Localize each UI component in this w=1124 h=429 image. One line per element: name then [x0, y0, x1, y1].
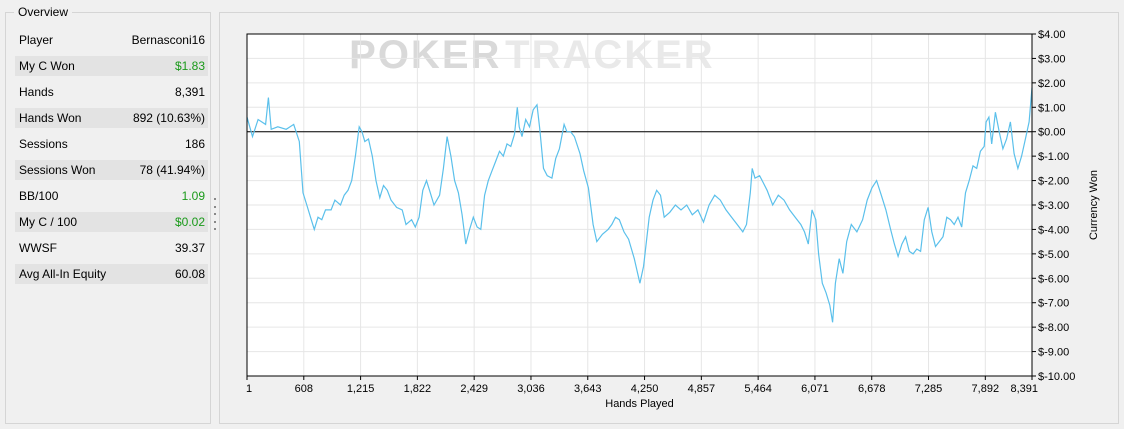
x-tick-label: 6,071	[801, 383, 829, 395]
stat-value: Bernasconi16	[131, 33, 205, 47]
x-tick-label: 1	[246, 383, 252, 395]
x-tick-label: 4,857	[688, 383, 716, 395]
stat-value: 78 (41.94%)	[139, 163, 205, 177]
y-axis-title: Currency Won	[1088, 170, 1100, 240]
x-tick-label: 1,822	[404, 383, 432, 395]
y-tick-label: $0.00	[1038, 127, 1066, 139]
stat-label: WWSF	[19, 241, 57, 255]
x-tick-label: 3,643	[574, 383, 602, 395]
y-tick-label: $-5.00	[1038, 249, 1069, 261]
y-tick-label: $3.00	[1038, 53, 1066, 65]
stat-label: Sessions Won	[19, 163, 96, 177]
x-tick-label: 4,250	[631, 383, 659, 395]
x-tick-label: 7,892	[972, 383, 1000, 395]
y-tick-label: $-2.00	[1038, 176, 1069, 188]
stat-value: $0.02	[174, 215, 205, 229]
x-tick-label: 608	[295, 383, 313, 395]
stat-label: Sessions	[19, 137, 68, 151]
stat-label: Player	[19, 33, 54, 47]
watermark-poker: POKER	[349, 33, 501, 77]
y-tick-label: $1.00	[1038, 102, 1066, 114]
stat-value: $1.83	[174, 59, 205, 73]
stat-label: Hands Won	[19, 111, 82, 125]
winnings-chart[interactable]: POKER TRACKER $4.00 $3.00 $2.00 $1.00 $0.00 $-1…	[220, 13, 1118, 423]
stat-row: Sessions 186	[15, 134, 208, 154]
y-tick-label: $-8.00	[1038, 322, 1069, 334]
stat-row: My C Won $1.83	[15, 56, 208, 76]
y-tick-label: $-10.00	[1038, 371, 1075, 383]
stat-row: Avg All-In Equity 60.08	[15, 264, 208, 284]
stat-row: My C / 100 $0.02	[15, 212, 208, 232]
x-tick-label: 5,464	[744, 383, 772, 395]
y-tick-label: $2.00	[1038, 78, 1066, 90]
x-tick-label: 3,036	[517, 383, 545, 395]
y-tick-label: $-9.00	[1038, 347, 1069, 359]
y-tick-label: $-7.00	[1038, 298, 1069, 310]
y-tick-label: $-4.00	[1038, 224, 1069, 236]
stat-row: Sessions Won 78 (41.94%)	[15, 160, 208, 180]
stat-value: 60.08	[174, 267, 205, 281]
x-tick-label: 1,215	[347, 383, 375, 395]
overview-stats: Player Bernasconi16 My C Won $1.83 Hands 8,39…	[15, 30, 208, 290]
stat-value: 8,391	[174, 85, 205, 99]
stat-value: 39.37	[174, 241, 205, 255]
chart-panel: POKER TRACKER $4.00 $3.00 $2.00 $1.00 $0.00 $-1…	[219, 12, 1119, 424]
y-tick-label: $4.00	[1038, 29, 1066, 41]
stat-value: 186	[184, 137, 205, 151]
x-tick-label: 7,285	[915, 383, 943, 395]
stat-row: Hands Won 892 (10.63%)	[15, 108, 208, 128]
x-axis-title: Hands Played	[605, 398, 674, 410]
x-tick-label: 6,678	[858, 383, 886, 395]
y-tick-label: $-6.00	[1038, 273, 1069, 285]
stat-label: My C / 100	[19, 215, 78, 229]
stat-row: WWSF 39.37	[15, 238, 208, 258]
stat-label: My C Won	[19, 59, 75, 73]
stat-value: 1.09	[181, 189, 205, 203]
watermark-tracker: TRACKER	[505, 33, 715, 77]
stat-label: BB/100	[19, 189, 59, 203]
stat-row: Player Bernasconi16	[15, 30, 208, 50]
stat-label: Hands	[19, 85, 54, 99]
panel-splitter-handle[interactable]	[213, 198, 216, 230]
stat-label: Avg All-In Equity	[19, 267, 107, 281]
overview-title: Overview	[14, 5, 73, 19]
y-tick-label: $-1.00	[1038, 151, 1069, 163]
stat-row: Hands 8,391	[15, 82, 208, 102]
overview-panel: Overview Player Bernasconi16 My C Won $1.83…	[5, 5, 211, 424]
y-tick-label: $-3.00	[1038, 200, 1069, 212]
stat-value: 892 (10.63%)	[132, 111, 205, 125]
stat-row: BB/100 1.09	[15, 186, 208, 206]
x-tick-label: 8,391	[1010, 383, 1038, 395]
x-tick-label: 2,429	[460, 383, 488, 395]
